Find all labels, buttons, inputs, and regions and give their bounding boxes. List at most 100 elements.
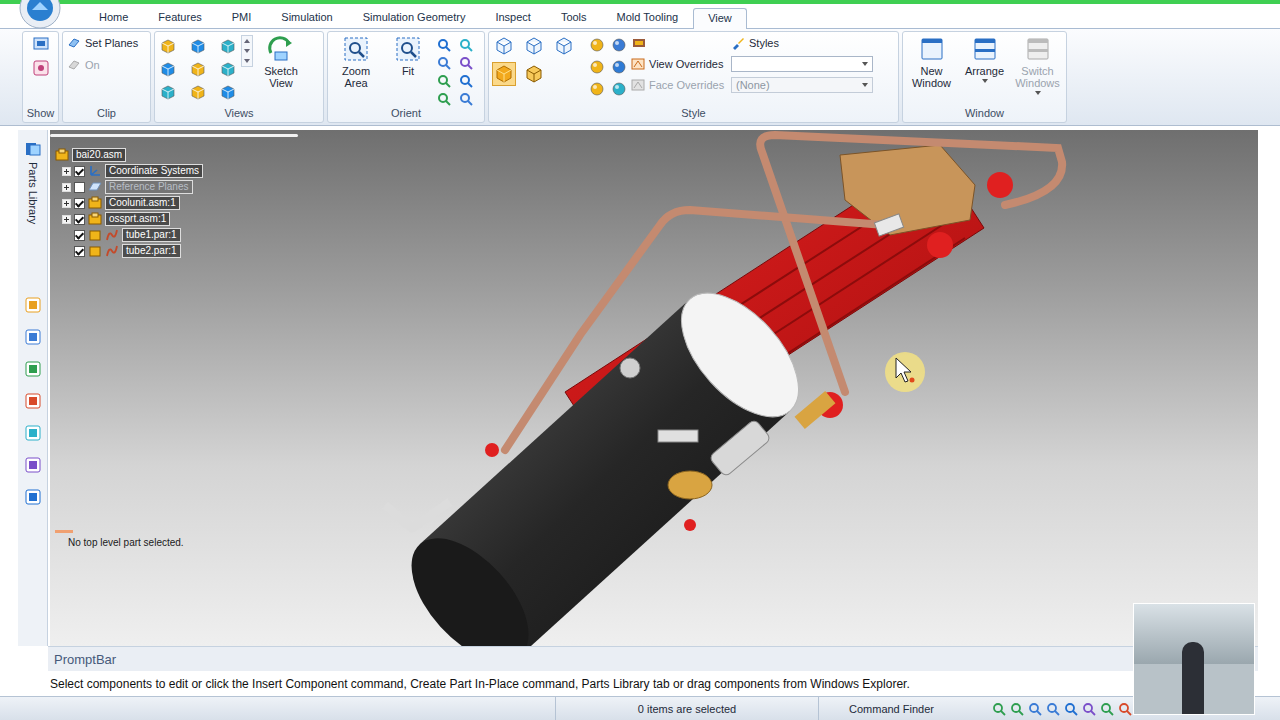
style-tool-icon[interactable] <box>611 59 627 75</box>
prompt-bar-title: PromptBar <box>48 647 1258 671</box>
ambient-light-icon[interactable] <box>631 35 647 51</box>
style-tool-icon[interactable] <box>589 59 605 75</box>
wireframe-cube-icon[interactable] <box>493 35 515 57</box>
zoom-frame-icon <box>394 35 422 63</box>
part-icon <box>88 228 102 242</box>
view-control-icon[interactable] <box>1082 702 1096 716</box>
clip-button[interactable]: Set Planes <box>67 35 146 51</box>
ribbon-tab[interactable]: Inspect <box>480 7 545 28</box>
style-dropdown[interactable] <box>731 56 873 72</box>
expand-icon[interactable] <box>62 183 71 192</box>
cooling-unit-model[interactable] <box>50 130 1258 646</box>
visibility-checkbox[interactable] <box>74 198 85 209</box>
expand-icon[interactable] <box>62 199 71 208</box>
views-gallery-scroll[interactable] <box>241 35 253 67</box>
visibility-checkbox[interactable] <box>74 166 85 177</box>
rail-tool-icon[interactable] <box>24 360 42 378</box>
orient-tool-icon[interactable] <box>436 55 452 71</box>
view-control-icon[interactable] <box>1028 702 1042 716</box>
named-view-icon[interactable] <box>219 37 237 55</box>
view-control-icon[interactable] <box>1100 702 1114 716</box>
clip-button[interactable]: On <box>67 57 146 73</box>
window-button[interactable]: Arrange <box>961 35 1009 83</box>
named-view-icon[interactable] <box>219 60 237 78</box>
tree-item[interactable]: ossprt.asm:1 <box>55 212 203 226</box>
tree-item[interactable]: tube2.par:1 <box>55 244 203 258</box>
parts-library-tab[interactable]: Parts Library <box>27 162 39 224</box>
part-icon <box>88 244 102 258</box>
expand-icon[interactable] <box>62 215 71 224</box>
views-group: Sketch ViewViews <box>154 31 324 123</box>
view-control-icon[interactable] <box>1118 702 1132 716</box>
rail-tool-icon[interactable] <box>24 456 42 474</box>
tree-item[interactable]: Coolunit.asm:1 <box>55 196 203 210</box>
named-view-icon[interactable] <box>159 83 177 101</box>
style-tool-icon[interactable] <box>611 37 627 53</box>
shaded-cube-icon[interactable] <box>493 63 515 85</box>
ribbon-tab-bar: HomeFeaturesPMISimulationSimulation Geom… <box>0 4 1280 28</box>
rail-tool-icon[interactable] <box>24 296 42 314</box>
orient-button[interactable]: Fit <box>384 35 432 77</box>
override-button[interactable]: Face Overrides <box>631 77 727 93</box>
ribbon-tab[interactable]: Simulation <box>266 7 347 28</box>
application-button-icon[interactable] <box>18 0 62 30</box>
visibility-checkbox[interactable] <box>74 230 85 241</box>
rail-tool-icon[interactable] <box>24 392 42 410</box>
selection-message: No top level part selected. <box>55 530 184 548</box>
orient-tool-icon[interactable] <box>458 55 474 71</box>
style-tool-icon[interactable] <box>611 81 627 97</box>
window-group: New WindowArrangeSwitch WindowsWindow <box>902 31 1067 123</box>
ribbon-tab[interactable]: Tools <box>546 7 602 28</box>
styles-button[interactable]: Styles <box>731 35 873 51</box>
shaded-edges-cube-icon[interactable] <box>523 63 545 85</box>
view-control-icon[interactable] <box>1064 702 1078 716</box>
view-control-icon[interactable] <box>992 702 1006 716</box>
ribbon-tab[interactable]: Simulation Geometry <box>348 7 481 28</box>
override-button[interactable]: View Overrides <box>631 56 727 72</box>
named-view-icon[interactable] <box>159 60 177 78</box>
window-button[interactable]: New Window <box>908 35 956 89</box>
expand-icon[interactable] <box>62 167 71 176</box>
tree-item[interactable]: Reference Planes <box>55 180 203 194</box>
display-frame-icon[interactable] <box>32 59 50 77</box>
orient-tool-icon[interactable] <box>436 37 452 53</box>
prompt-text: Select components to edit or click the I… <box>48 671 1258 696</box>
ribbon-tab[interactable]: Home <box>84 7 143 28</box>
orient-tool-icon[interactable] <box>458 91 474 107</box>
orient-tool-icon[interactable] <box>436 73 452 89</box>
ribbon-tab[interactable]: Features <box>143 7 216 28</box>
wireframe-cube-icon[interactable] <box>523 35 545 57</box>
orient-tool-icon[interactable] <box>458 37 474 53</box>
visibility-checkbox[interactable] <box>74 182 85 193</box>
tree-item[interactable]: tube1.par:1 <box>55 228 203 242</box>
named-view-icon[interactable] <box>219 83 237 101</box>
wireframe-cube-icon[interactable] <box>553 35 575 57</box>
tree-root[interactable]: bai20.asm <box>55 148 203 162</box>
named-view-icon[interactable] <box>189 37 207 55</box>
ribbon-tab[interactable]: View <box>693 8 747 29</box>
ribbon-tab[interactable]: Mold Tooling <box>602 7 694 28</box>
view-control-icon[interactable] <box>1010 702 1024 716</box>
orient-button[interactable]: Zoom Area <box>332 35 380 89</box>
view-control-icon[interactable] <box>1046 702 1060 716</box>
show-toggle-icon[interactable] <box>32 35 50 53</box>
3d-viewport[interactable]: bai20.asm Coordinate Systems Reference Pla… <box>50 130 1258 646</box>
style-dropdown[interactable]: (None) <box>731 77 873 93</box>
rail-tool-icon[interactable] <box>24 328 42 346</box>
named-view-icon[interactable] <box>189 83 207 101</box>
sketch-view-button[interactable]: Sketch View <box>257 35 305 89</box>
style-tool-icon[interactable] <box>589 37 605 53</box>
window-button[interactable]: Switch Windows <box>1014 35 1062 95</box>
visibility-checkbox[interactable] <box>74 246 85 257</box>
style-tool-icon[interactable] <box>589 81 605 97</box>
named-view-icon[interactable] <box>189 60 207 78</box>
named-view-icon[interactable] <box>159 37 177 55</box>
tree-item[interactable]: Coordinate Systems <box>55 164 203 178</box>
visibility-checkbox[interactable] <box>74 214 85 225</box>
rail-tool-icon[interactable] <box>24 424 42 442</box>
ribbon-tab[interactable]: PMI <box>217 7 267 28</box>
parts-library-icon[interactable] <box>24 140 42 158</box>
rail-tool-icon[interactable] <box>24 488 42 506</box>
orient-tool-icon[interactable] <box>458 73 474 89</box>
orient-tool-icon[interactable] <box>436 91 452 107</box>
